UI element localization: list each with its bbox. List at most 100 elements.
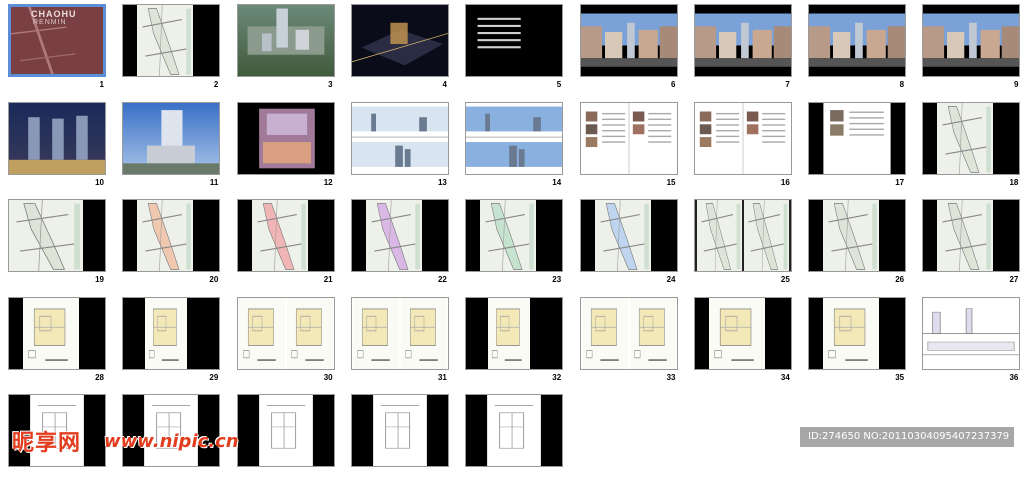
slide-thumbnail[interactable]: 9 xyxy=(914,0,1024,97)
thumbnail-number: 17 xyxy=(895,177,905,187)
slide-thumbnail[interactable]: 23 xyxy=(457,195,571,292)
slide-thumbnail[interactable]: 3 xyxy=(229,0,343,97)
thumbnail-image xyxy=(8,199,106,272)
thumbnail-image xyxy=(579,296,678,370)
slide-thumbnail[interactable]: 33 xyxy=(572,293,686,390)
thumbnail-image: CHAOHU RENMIN xyxy=(8,4,106,77)
thumbnail-image xyxy=(350,296,449,370)
thumbnail-number: 26 xyxy=(895,275,905,284)
slide-thumbnail[interactable]: 21 xyxy=(229,195,343,292)
slide-thumbnail[interactable]: 17 xyxy=(800,98,914,195)
thumbnail-image xyxy=(122,199,221,272)
slide-thumbnail[interactable] xyxy=(343,390,457,487)
slide-thumbnail[interactable]: 25 xyxy=(686,195,800,292)
slide-thumbnail[interactable]: 15 xyxy=(572,98,686,195)
slide-thumbnail[interactable]: 8 xyxy=(800,0,914,97)
slide-thumbnail[interactable] xyxy=(229,390,343,487)
thumbnail-grid: CHAOHU RENMIN 1 2 3 4 5 6 7 8 9 10 11 12… xyxy=(0,0,1024,467)
thumbnail-number: 33 xyxy=(666,372,676,382)
thumbnail-number: 14 xyxy=(552,177,562,187)
slide-thumbnail[interactable]: 27 xyxy=(914,195,1024,292)
slide-thumbnail[interactable]: 5 xyxy=(457,0,571,97)
slide-thumbnail[interactable]: 29 xyxy=(114,293,228,390)
slide-thumbnail[interactable]: 4 xyxy=(343,0,457,97)
thumbnail-number: 23 xyxy=(552,275,562,284)
thumbnail-image xyxy=(465,296,564,370)
thumbnail-number: 13 xyxy=(437,177,447,187)
thumbnail-image xyxy=(465,4,564,77)
slide-thumbnail[interactable]: 10 xyxy=(0,98,114,195)
slide-thumbnail[interactable]: 12 xyxy=(229,98,343,195)
slide-thumbnail[interactable]: 36 xyxy=(914,293,1024,390)
cover-title: CHAOHU xyxy=(31,9,77,19)
thumbnail-number: 20 xyxy=(209,275,219,284)
thumbnail-number: 6 xyxy=(671,80,676,89)
thumbnail-number: 31 xyxy=(437,372,447,382)
slide-thumbnail[interactable]: 18 xyxy=(914,98,1024,195)
thumbnail-image xyxy=(236,199,335,272)
thumbnail-image xyxy=(808,296,907,370)
slide-thumbnail[interactable]: 20 xyxy=(114,195,228,292)
thumbnail-image xyxy=(693,199,792,272)
thumbnail-image xyxy=(350,4,449,77)
thumbnail-number: 25 xyxy=(780,275,790,284)
thumbnail-number: 19 xyxy=(95,275,104,284)
thumbnail-number: 16 xyxy=(780,177,790,187)
thumbnail-number: 36 xyxy=(1009,372,1019,382)
thumbnail-image xyxy=(8,296,106,370)
thumbnail-image xyxy=(808,4,907,77)
thumbnail-number: 27 xyxy=(1009,275,1019,284)
slide-thumbnail[interactable]: 22 xyxy=(343,195,457,292)
slide-thumbnail[interactable]: 35 xyxy=(800,293,914,390)
slide-thumbnail[interactable]: 19 xyxy=(0,195,114,292)
slide-thumbnail[interactable]: CHAOHU RENMIN 1 xyxy=(0,0,114,97)
thumbnail-image xyxy=(922,101,1021,175)
slide-thumbnail[interactable]: 32 xyxy=(457,293,571,390)
slide-thumbnail[interactable]: 31 xyxy=(343,293,457,390)
thumbnail-number: 5 xyxy=(556,80,562,89)
thumbnail-image xyxy=(922,296,1021,370)
thumbnail-number: 22 xyxy=(437,275,447,284)
thumbnail-image xyxy=(693,101,792,175)
slide-thumbnail[interactable]: 24 xyxy=(572,195,686,292)
slide-thumbnail[interactable]: 14 xyxy=(457,98,571,195)
slide-thumbnail[interactable]: 7 xyxy=(686,0,800,97)
thumbnail-image xyxy=(579,4,678,77)
thumbnail-image xyxy=(236,101,335,175)
slide-thumbnail[interactable]: 13 xyxy=(343,98,457,195)
thumbnail-number: 30 xyxy=(323,372,333,382)
slide-thumbnail[interactable]: 11 xyxy=(114,98,228,195)
thumbnail-number: 3 xyxy=(328,80,333,89)
thumbnail-number: 28 xyxy=(95,372,104,382)
thumbnail-number: 1 xyxy=(99,80,104,89)
thumbnail-image xyxy=(693,4,792,77)
thumbnail-image xyxy=(350,394,449,467)
thumbnail-image xyxy=(465,199,564,272)
slide-thumbnail[interactable]: 28 xyxy=(0,293,114,390)
slide-thumbnail[interactable] xyxy=(457,390,571,487)
thumbnail-image xyxy=(922,4,1021,77)
thumbnail-number: 7 xyxy=(785,80,790,89)
thumbnail-image xyxy=(236,394,335,467)
thumbnail-image xyxy=(579,101,678,175)
thumbnail-image xyxy=(122,101,221,175)
thumbnail-number: 18 xyxy=(1009,177,1019,187)
slide-thumbnail[interactable]: 30 xyxy=(229,293,343,390)
slide-thumbnail[interactable]: 16 xyxy=(686,98,800,195)
slide-thumbnail[interactable]: 34 xyxy=(686,293,800,390)
thumbnail-image xyxy=(693,296,792,370)
thumbnail-number: 35 xyxy=(895,372,905,382)
watermark-logo: 昵享网 xyxy=(12,431,82,456)
thumbnail-image xyxy=(122,296,221,370)
thumbnail-number: 21 xyxy=(323,275,333,284)
slide-thumbnail[interactable]: 26 xyxy=(800,195,914,292)
slide-thumbnail[interactable]: 2 xyxy=(114,0,228,97)
thumbnail-number: 29 xyxy=(209,372,219,382)
thumbnail-image xyxy=(236,4,335,77)
thumbnail-image xyxy=(350,101,449,175)
thumbnail-number: 24 xyxy=(666,275,676,284)
thumbnail-image xyxy=(922,199,1021,272)
thumbnail-image xyxy=(122,4,221,77)
slide-thumbnail[interactable]: 6 xyxy=(572,0,686,97)
thumbnail-number: 34 xyxy=(780,372,790,382)
